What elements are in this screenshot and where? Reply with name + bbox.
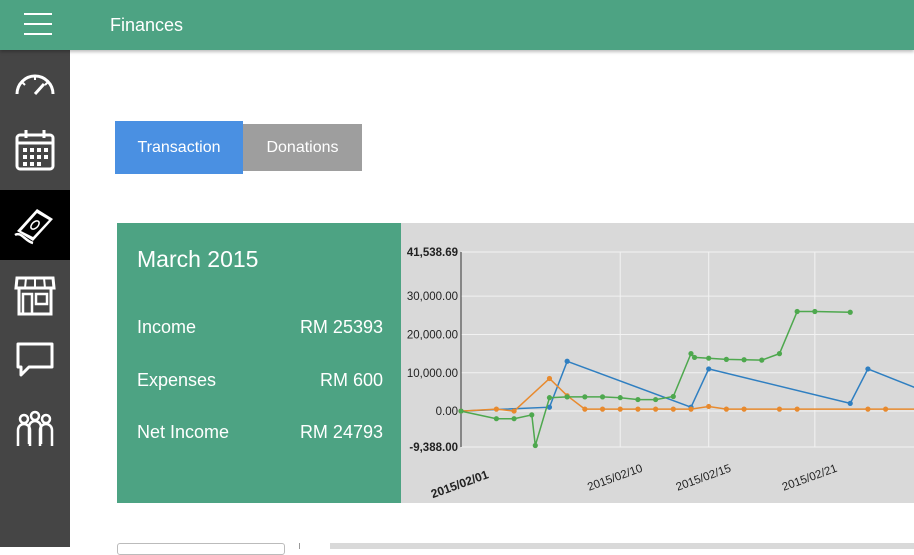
data-point — [741, 357, 747, 363]
data-point — [546, 375, 553, 382]
data-point — [617, 406, 623, 412]
money-icon — [14, 209, 53, 245]
data-point — [776, 406, 783, 412]
data-point — [511, 408, 517, 414]
y-tick-label: 30,000.00 — [407, 291, 458, 303]
speedometer-icon — [15, 74, 55, 96]
data-point — [529, 412, 535, 418]
data-point — [847, 400, 853, 406]
data-point — [741, 406, 747, 412]
data-point — [653, 406, 659, 412]
y-tick-label: 10,000.00 — [407, 368, 458, 380]
chat-icon — [16, 342, 54, 377]
data-point — [532, 442, 538, 449]
series-line-0 — [460, 360, 914, 412]
data-point — [617, 395, 623, 401]
income-value: RM 25393 — [299, 317, 383, 337]
data-point — [458, 408, 464, 414]
income-label: Income — [137, 317, 197, 337]
data-point — [670, 406, 676, 412]
data-point — [493, 406, 499, 412]
data-point — [493, 416, 499, 422]
x-tick-label: 2015/02/01 — [429, 467, 491, 501]
data-point — [599, 406, 606, 412]
data-point — [794, 406, 800, 412]
x-tick-label: 2015/02/10 — [586, 463, 644, 494]
hamburger-menu-icon[interactable] — [24, 13, 52, 35]
data-point — [759, 357, 765, 363]
summary-month: March 2015 — [137, 246, 259, 272]
data-point — [865, 366, 871, 372]
y-tick-label: -9,388.00 — [409, 442, 458, 454]
expenses-value: RM 600 — [319, 370, 383, 390]
people-icon — [16, 410, 54, 446]
sidebar-item-members[interactable] — [0, 395, 70, 465]
sidebar-item-calendar[interactable] — [0, 115, 70, 185]
finance-chart: 41,538.69 30,000.00 20,000.00 10,000.00 0.00… — [401, 223, 914, 503]
expenses-label: Expenses — [137, 370, 217, 390]
data-point — [691, 354, 698, 361]
store-icon — [14, 276, 56, 316]
data-point — [812, 308, 818, 315]
summary-card: March 2015 Income RM 25393 Expenses RM 6… — [117, 223, 401, 503]
data-point — [847, 309, 853, 315]
sidebar-item-dashboard[interactable] — [0, 50, 70, 120]
date-filter-input[interactable] — [117, 543, 285, 555]
data-point — [546, 395, 553, 401]
data-point — [635, 406, 641, 412]
data-point — [653, 396, 659, 403]
sidebar-item-messages[interactable] — [0, 325, 70, 395]
data-point — [706, 403, 712, 410]
x-tick-label: 2015/02/15 — [675, 463, 733, 494]
sidebar-item-finances[interactable] — [0, 190, 70, 260]
data-point — [582, 394, 588, 400]
data-point — [706, 355, 712, 361]
secondary-chart-strip — [330, 543, 914, 549]
data-point — [776, 351, 783, 357]
data-point — [706, 366, 712, 372]
data-point — [599, 394, 606, 400]
data-point — [670, 393, 676, 400]
sidebar — [0, 50, 70, 547]
data-point — [564, 394, 570, 400]
line-chart: 41,538.69 30,000.00 20,000.00 10,000.00 0.00… — [407, 247, 914, 501]
y-tick-label: 20,000.00 — [407, 329, 458, 341]
data-point — [883, 406, 889, 412]
y-tick-label: 41,538.69 — [407, 247, 458, 259]
net-income-value: RM 24793 — [299, 422, 383, 442]
y-tick-label: 0.00 — [436, 406, 458, 418]
data-point — [794, 308, 800, 315]
data-point — [723, 356, 729, 362]
data-point — [635, 396, 641, 403]
series-line-2 — [460, 310, 851, 446]
divider — [299, 543, 300, 549]
data-point — [865, 406, 871, 412]
top-bar: Finances — [0, 0, 914, 50]
data-point — [511, 416, 517, 422]
data-point — [688, 351, 694, 357]
net-income-row: Net Income RM 24793 — [137, 422, 383, 443]
sidebar-item-store[interactable] — [0, 260, 70, 330]
net-income-label: Net Income — [137, 422, 230, 442]
data-point — [723, 406, 729, 412]
page-title: Finances — [110, 15, 184, 35]
tab-donations[interactable]: Donations — [243, 124, 362, 171]
income-row: Income RM 25393 — [137, 317, 383, 338]
expenses-row: Expenses RM 600 — [137, 370, 383, 391]
calendar-icon — [15, 130, 55, 171]
data-point — [564, 358, 570, 364]
data-point — [688, 406, 694, 412]
x-tick-label: 2015/02/21 — [781, 463, 839, 494]
data-point — [582, 406, 588, 412]
tab-transaction[interactable]: Transaction — [115, 121, 243, 174]
